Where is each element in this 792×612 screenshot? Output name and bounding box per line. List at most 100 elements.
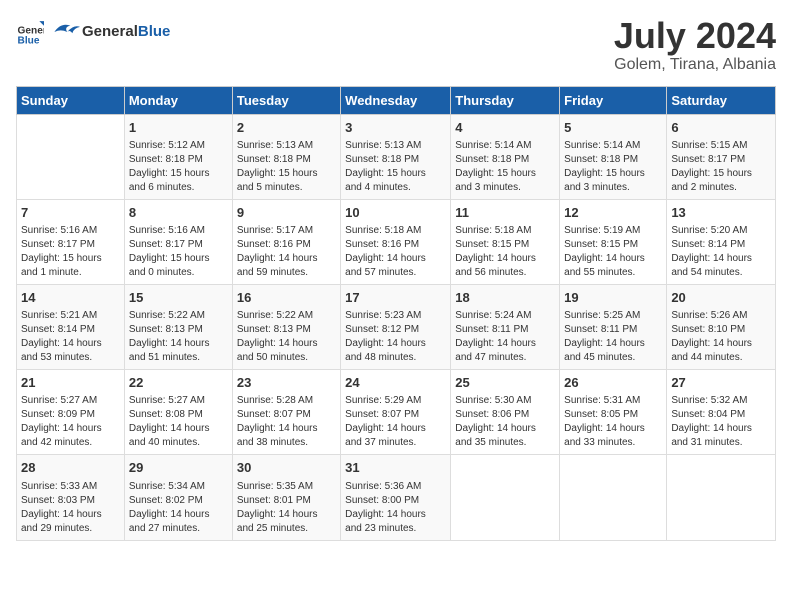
month-title: July 2024 xyxy=(614,16,776,56)
day-number: 29 xyxy=(129,459,228,477)
day-info: Sunrise: 5:16 AMSunset: 8:17 PMDaylight:… xyxy=(21,224,120,280)
calendar-cell: 3Sunrise: 5:13 AMSunset: 8:18 PMDaylight… xyxy=(341,114,451,199)
day-number: 30 xyxy=(237,459,336,477)
calendar-cell: 6Sunrise: 5:15 AMSunset: 8:17 PMDaylight… xyxy=(667,114,776,199)
day-info: Sunrise: 5:14 AMSunset: 8:18 PMDaylight:… xyxy=(564,139,662,195)
calendar-cell: 8Sunrise: 5:16 AMSunset: 8:17 PMDaylight… xyxy=(124,199,232,284)
calendar-cell: 11Sunrise: 5:18 AMSunset: 8:15 PMDayligh… xyxy=(451,199,560,284)
day-number: 1 xyxy=(129,119,228,137)
day-info: Sunrise: 5:29 AMSunset: 8:07 PMDaylight:… xyxy=(345,394,446,450)
day-info: Sunrise: 5:13 AMSunset: 8:18 PMDaylight:… xyxy=(345,139,446,195)
day-info: Sunrise: 5:12 AMSunset: 8:18 PMDaylight:… xyxy=(129,139,228,195)
day-info: Sunrise: 5:22 AMSunset: 8:13 PMDaylight:… xyxy=(129,309,228,365)
page-header: General Blue GeneralBlue July 2024 Golem… xyxy=(16,16,776,74)
day-number: 26 xyxy=(564,374,662,392)
calendar-cell: 23 Sunrise: 5:28 AMSunset: 8:07 PMDayligh… xyxy=(232,370,340,455)
day-info: Sunrise: 5:28 AMSunset: 8:07 PMDaylight:… xyxy=(237,394,336,450)
day-number: 4 xyxy=(455,119,555,137)
day-info: Sunrise: 5:13 AMSunset: 8:18 PMDaylight:… xyxy=(237,139,336,195)
calendar-cell: 22 Sunrise: 5:27 AMSunset: 8:08 PMDayligh… xyxy=(124,370,232,455)
calendar-week-row: 14 Sunrise: 5:21 AMSunset: 8:14 PMDayligh… xyxy=(17,284,776,369)
day-info: Sunrise: 5:23 AMSunset: 8:12 PMDaylight:… xyxy=(345,309,446,365)
calendar-cell: 5 Sunrise: 5:14 AMSunset: 8:18 PMDaylight… xyxy=(560,114,667,199)
calendar-cell: 30 Sunrise: 5:35 AMSunset: 8:01 PMDayligh… xyxy=(232,455,340,540)
day-info: Sunrise: 5:20 AMSunset: 8:14 PMDaylight:… xyxy=(671,224,771,280)
location-title: Golem, Tirana, Albania xyxy=(614,56,776,74)
header-thursday: Thursday xyxy=(451,86,560,114)
calendar-cell xyxy=(451,455,560,540)
day-number: 9 xyxy=(237,204,336,222)
day-number: 15 xyxy=(129,289,228,307)
day-info: Sunrise: 5:25 AMSunset: 8:11 PMDaylight:… xyxy=(564,309,662,365)
day-number: 17 xyxy=(345,289,446,307)
calendar-cell: 4Sunrise: 5:14 AMSunset: 8:18 PMDaylight… xyxy=(451,114,560,199)
calendar-cell: 14 Sunrise: 5:21 AMSunset: 8:14 PMDayligh… xyxy=(17,284,125,369)
calendar-cell xyxy=(560,455,667,540)
day-info: Sunrise: 5:32 AMSunset: 8:04 PMDaylight:… xyxy=(671,394,771,450)
day-info: Sunrise: 5:24 AMSunset: 8:11 PMDaylight:… xyxy=(455,309,555,365)
header-monday: Monday xyxy=(124,86,232,114)
header-saturday: Saturday xyxy=(667,86,776,114)
header-tuesday: Tuesday xyxy=(232,86,340,114)
day-info: Sunrise: 5:27 AMSunset: 8:09 PMDaylight:… xyxy=(21,394,120,450)
calendar-cell: 13 Sunrise: 5:20 AMSunset: 8:14 PMDayligh… xyxy=(667,199,776,284)
calendar-cell: 15 Sunrise: 5:22 AMSunset: 8:13 PMDayligh… xyxy=(124,284,232,369)
svg-text:Blue: Blue xyxy=(18,36,40,46)
calendar-week-row: 7 Sunrise: 5:16 AMSunset: 8:17 PMDaylight… xyxy=(17,199,776,284)
day-info: Sunrise: 5:26 AMSunset: 8:10 PMDaylight:… xyxy=(671,309,771,365)
day-info: Sunrise: 5:17 AMSunset: 8:16 PMDaylight:… xyxy=(237,224,336,280)
day-info: Sunrise: 5:36 AMSunset: 8:00 PMDaylight:… xyxy=(345,480,446,536)
day-info: Sunrise: 5:33 AMSunset: 8:03 PMDaylight:… xyxy=(21,480,120,536)
day-info: Sunrise: 5:22 AMSunset: 8:13 PMDaylight:… xyxy=(237,309,336,365)
day-number: 11 xyxy=(455,204,555,222)
calendar-cell: 21 Sunrise: 5:27 AMSunset: 8:09 PMDayligh… xyxy=(17,370,125,455)
calendar-cell: 27 Sunrise: 5:32 AMSunset: 8:04 PMDayligh… xyxy=(667,370,776,455)
day-info: Sunrise: 5:19 AMSunset: 8:15 PMDaylight:… xyxy=(564,224,662,280)
day-number: 8 xyxy=(129,204,228,222)
calendar-cell: 24 Sunrise: 5:29 AMSunset: 8:07 PMDayligh… xyxy=(341,370,451,455)
day-number: 21 xyxy=(21,374,120,392)
day-number: 7 xyxy=(21,204,120,222)
calendar-cell: 29 Sunrise: 5:34 AMSunset: 8:02 PMDayligh… xyxy=(124,455,232,540)
day-number: 22 xyxy=(129,374,228,392)
calendar-cell: 25 Sunrise: 5:30 AMSunset: 8:06 PMDayligh… xyxy=(451,370,560,455)
calendar-cell: 10Sunrise: 5:18 AMSunset: 8:16 PMDayligh… xyxy=(341,199,451,284)
day-number: 2 xyxy=(237,119,336,137)
day-number: 28 xyxy=(21,459,120,477)
logo-blue-text: Blue xyxy=(138,23,171,40)
day-number: 13 xyxy=(671,204,771,222)
day-info: Sunrise: 5:35 AMSunset: 8:01 PMDaylight:… xyxy=(237,480,336,536)
header-sunday: Sunday xyxy=(17,86,125,114)
day-number: 23 xyxy=(237,374,336,392)
calendar-header-row: SundayMondayTuesdayWednesdayThursdayFrid… xyxy=(17,86,776,114)
calendar-cell xyxy=(17,114,125,199)
logo-bird-icon xyxy=(48,16,80,48)
logo-icon: General Blue xyxy=(16,18,44,46)
day-number: 16 xyxy=(237,289,336,307)
calendar-week-row: 21 Sunrise: 5:27 AMSunset: 8:09 PMDayligh… xyxy=(17,370,776,455)
calendar-cell: 18Sunrise: 5:24 AMSunset: 8:11 PMDayligh… xyxy=(451,284,560,369)
header-friday: Friday xyxy=(560,86,667,114)
day-number: 25 xyxy=(455,374,555,392)
day-info: Sunrise: 5:21 AMSunset: 8:14 PMDaylight:… xyxy=(21,309,120,365)
calendar-cell: 31Sunrise: 5:36 AMSunset: 8:00 PMDayligh… xyxy=(341,455,451,540)
day-number: 27 xyxy=(671,374,771,392)
day-number: 10 xyxy=(345,204,446,222)
title-block: July 2024 Golem, Tirana, Albania xyxy=(614,16,776,74)
day-number: 24 xyxy=(345,374,446,392)
calendar-cell: 7 Sunrise: 5:16 AMSunset: 8:17 PMDaylight… xyxy=(17,199,125,284)
calendar-cell: 26Sunrise: 5:31 AMSunset: 8:05 PMDayligh… xyxy=(560,370,667,455)
calendar-cell xyxy=(667,455,776,540)
day-info: Sunrise: 5:15 AMSunset: 8:17 PMDaylight:… xyxy=(671,139,771,195)
day-number: 5 xyxy=(564,119,662,137)
calendar-cell: 20Sunrise: 5:26 AMSunset: 8:10 PMDayligh… xyxy=(667,284,776,369)
day-info: Sunrise: 5:27 AMSunset: 8:08 PMDaylight:… xyxy=(129,394,228,450)
calendar-cell: 9 Sunrise: 5:17 AMSunset: 8:16 PMDaylight… xyxy=(232,199,340,284)
day-info: Sunrise: 5:34 AMSunset: 8:02 PMDaylight:… xyxy=(129,480,228,536)
logo: General Blue GeneralBlue xyxy=(16,16,170,48)
calendar-cell: 12Sunrise: 5:19 AMSunset: 8:15 PMDayligh… xyxy=(560,199,667,284)
day-number: 14 xyxy=(21,289,120,307)
calendar-week-row: 28 Sunrise: 5:33 AMSunset: 8:03 PMDayligh… xyxy=(17,455,776,540)
calendar-cell: 17 Sunrise: 5:23 AMSunset: 8:12 PMDayligh… xyxy=(341,284,451,369)
day-info: Sunrise: 5:30 AMSunset: 8:06 PMDaylight:… xyxy=(455,394,555,450)
